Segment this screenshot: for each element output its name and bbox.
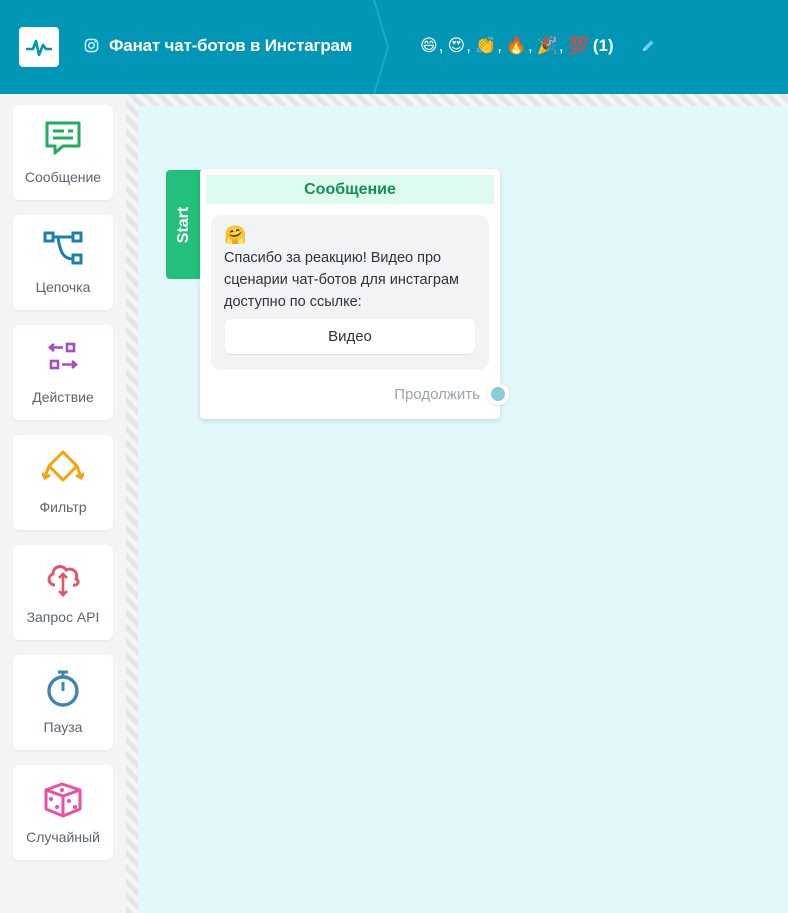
tool-label: Сообщение [24,169,102,185]
tool-filter[interactable]: Фильтр [13,435,113,530]
start-marker: Start [166,170,201,279]
video-button[interactable]: Видео [225,319,475,354]
message-icon [45,121,81,155]
trigger-emoji: 😍 [447,36,466,55]
tool-label: Фильтр [39,499,87,515]
tool-action[interactable]: Действие [13,325,113,420]
trigger-reactions[interactable]: 😄, 😍, 👏, 🔥, 🎉, 💯 (1) [420,36,614,56]
pencil-icon[interactable] [640,38,656,54]
trigger-emoji: 🔥 [505,36,528,55]
trigger-emoji: 🎉 [536,36,558,55]
trigger-count: (1) [592,36,614,55]
dice-icon [44,782,82,818]
message-emoji: 🤗 [224,225,247,245]
header-separator [373,0,390,94]
message-text: Спасибо за реакцию! Видео про сценарии ч… [224,250,460,310]
timer-icon [47,670,79,707]
message-bubble: 🤗 Спасибо за реакцию! Видео про сценарии… [211,215,489,370]
app-logo[interactable] [19,27,59,67]
api-icon [47,565,80,597]
tool-pause[interactable]: Пауза [13,655,113,750]
continue-port[interactable] [487,383,509,405]
filter-icon [42,450,84,482]
start-label: Start [174,206,192,243]
pulse-logo-icon [26,39,52,57]
trigger-emoji: 👏 [474,36,497,55]
tool-label: Цепочка [35,279,91,295]
message-node[interactable]: Сообщение 🤗 Спасибо за реакцию! Видео пр… [200,169,509,419]
tool-label: Действие [32,389,94,405]
tool-label: Запрос API [26,609,100,625]
instagram-icon [84,38,99,53]
action-icon [48,342,78,370]
top-header: Фанат чат-ботов в Инстаграм 😄, 😍, 👏, 🔥, … [0,0,788,94]
trigger-emoji: 😄 [420,36,438,55]
tool-sidebar: Сообщение Цепочка Действие Фильтр Запрос… [0,94,126,913]
tool-label: Пауза [43,719,83,735]
continue-label: Продолжить [394,386,480,403]
trigger-emoji: 💯 [567,36,589,55]
tool-random[interactable]: Случайный [13,765,113,860]
tool-api-request[interactable]: Запрос API [13,545,113,640]
bot-title[interactable]: Фанат чат-ботов в Инстаграм [109,36,352,56]
tool-message[interactable]: Сообщение [13,105,113,200]
tool-chain[interactable]: Цепочка [13,215,113,310]
tool-label: Случайный [26,829,100,845]
node-title: Сообщение [206,175,494,204]
chain-icon [43,231,83,265]
